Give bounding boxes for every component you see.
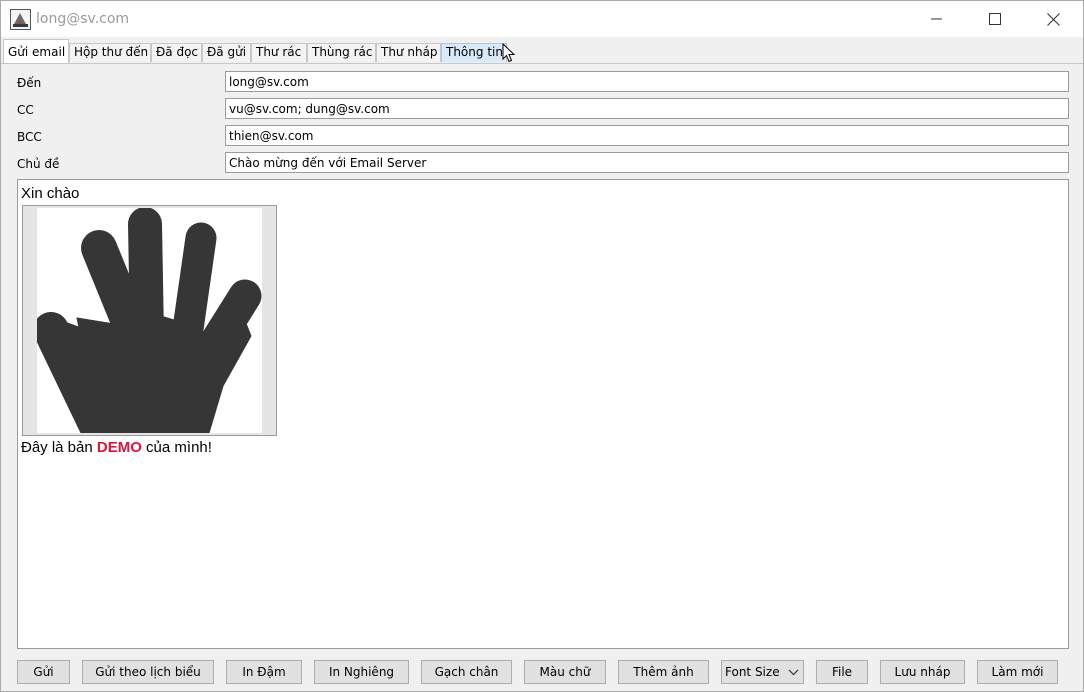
java-app-icon — [10, 9, 31, 30]
underline-button[interactable]: Gạch chân — [421, 660, 512, 684]
subject-field[interactable]: Chào mừng đến với Email Server — [225, 152, 1069, 173]
save-draft-button[interactable]: Lưu nháp — [880, 660, 965, 684]
tab-spam[interactable]: Thư rác — [251, 43, 307, 62]
attach-file-button[interactable]: File — [816, 660, 868, 684]
text-color-button[interactable]: Màu chữ — [524, 660, 606, 684]
send-button[interactable]: Gửi — [17, 660, 70, 684]
bcc-field[interactable]: thien@sv.com — [225, 125, 1069, 146]
embedded-image[interactable] — [22, 205, 277, 448]
tab-drafts[interactable]: Thư nháp — [376, 43, 441, 62]
subject-label: Chủ đề — [17, 157, 60, 171]
schedule-send-button[interactable]: Gửi theo lịch biểu — [82, 660, 214, 684]
body-text-suffix: của mình! — [141, 439, 212, 456]
minimize-icon — [931, 18, 942, 20]
title-bar[interactable]: long@sv.com — [1, 1, 1083, 37]
close-icon — [1046, 12, 1060, 26]
tab-sent[interactable]: Đã gửi — [202, 43, 251, 62]
minimize-button[interactable] — [908, 1, 966, 37]
font-size-select[interactable]: Font Size — [721, 660, 804, 684]
demo-text-line: Đây là bản DEMO của mình! — [21, 439, 212, 456]
demo-highlight: DEMO — [96, 439, 142, 456]
tab-info[interactable]: Thông tin — [441, 43, 507, 62]
italic-button[interactable]: In Nghiêng — [314, 660, 409, 684]
waving-hand-image — [33, 207, 262, 448]
tab-inbox[interactable]: Hộp thư đến — [69, 43, 151, 62]
app-window: long@sv.com Gửi email Hộp thư đến Đã đọc… — [0, 0, 1084, 692]
mouse-cursor-icon — [502, 43, 515, 63]
cc-field[interactable]: vu@sv.com; dung@sv.com — [225, 98, 1069, 119]
maximize-button[interactable] — [966, 1, 1024, 37]
maximize-icon — [989, 13, 1001, 25]
to-field[interactable]: long@sv.com — [225, 71, 1069, 92]
bold-button[interactable]: In Đậm — [226, 660, 302, 684]
tab-read[interactable]: Đã đọc — [151, 43, 202, 62]
cc-label: CC — [17, 103, 34, 117]
add-image-button[interactable]: Thêm ảnh — [618, 660, 709, 684]
bcc-label: BCC — [17, 130, 42, 144]
tab-underline — [1, 63, 1083, 64]
tab-trash[interactable]: Thùng rác — [307, 43, 376, 62]
to-label: Đến — [17, 76, 42, 90]
font-size-value: Font Size — [725, 665, 780, 679]
body-text-prefix: Đây là bản — [21, 439, 97, 456]
window-title: long@sv.com — [36, 11, 130, 27]
chevron-down-icon — [788, 669, 799, 676]
greeting-text: Xin chào — [21, 185, 80, 202]
message-editor[interactable]: Xin chào Đây là bản DEMO của mình! — [17, 179, 1069, 649]
tab-send-email[interactable]: Gửi email — [3, 39, 69, 63]
close-button[interactable] — [1024, 1, 1082, 37]
reset-button[interactable]: Làm mới — [977, 660, 1058, 684]
